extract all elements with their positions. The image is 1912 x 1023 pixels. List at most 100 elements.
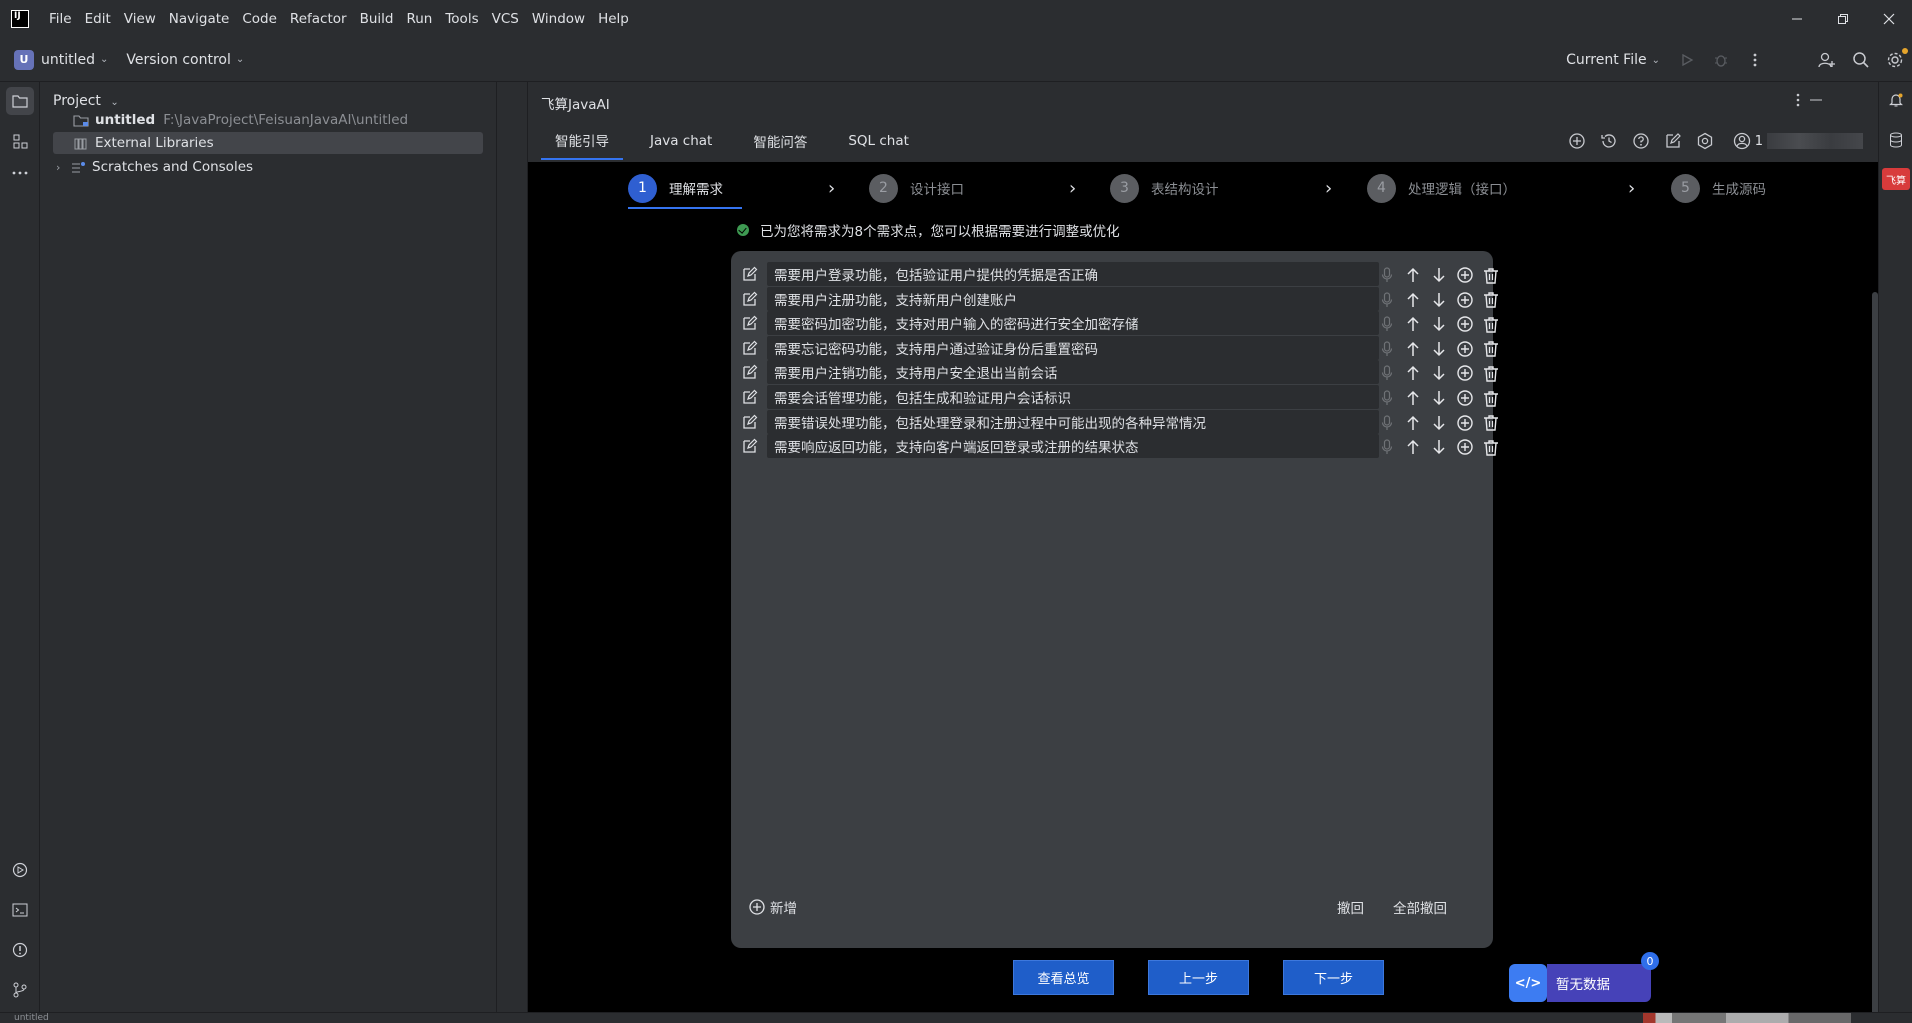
menu-vcs[interactable]: VCS bbox=[492, 11, 519, 27]
menu-build[interactable]: Build bbox=[360, 11, 394, 27]
database-button[interactable] bbox=[1884, 128, 1908, 152]
insert-row-icon[interactable] bbox=[1452, 361, 1478, 385]
vcs-selector[interactable]: Version control bbox=[126, 52, 230, 68]
delete-icon[interactable] bbox=[1478, 337, 1504, 361]
add-user-button[interactable] bbox=[1810, 43, 1844, 77]
microphone-icon[interactable] bbox=[1374, 263, 1400, 287]
move-up-icon[interactable] bbox=[1400, 312, 1426, 336]
move-down-icon[interactable] bbox=[1426, 386, 1452, 410]
requirement-input[interactable]: 需要响应返回功能，支持向客户端返回登录或注册的结果状态 bbox=[767, 434, 1379, 459]
requirement-input[interactable]: 需要用户登录功能，包括验证用户提供的凭据是否正确 bbox=[767, 262, 1379, 286]
run-config-selector[interactable]: Current File bbox=[1566, 52, 1646, 68]
delete-icon[interactable] bbox=[1478, 288, 1504, 312]
insert-row-icon[interactable] bbox=[1452, 411, 1478, 435]
step-2[interactable]: 2 设计接口 bbox=[869, 166, 964, 210]
microphone-icon[interactable] bbox=[1374, 386, 1400, 410]
tree-item-external-libraries[interactable]: External Libraries bbox=[53, 132, 483, 154]
next-step-button[interactable]: 下一步 bbox=[1283, 960, 1384, 995]
menu-edit[interactable]: Edit bbox=[85, 11, 111, 27]
menu-refactor[interactable]: Refactor bbox=[290, 11, 347, 27]
settings-button[interactable] bbox=[1878, 43, 1912, 77]
close-window-button[interactable] bbox=[1866, 0, 1912, 38]
debug-button[interactable] bbox=[1704, 43, 1738, 77]
undo-button[interactable]: 撤回 bbox=[1337, 897, 1364, 917]
edit-icon[interactable] bbox=[741, 363, 759, 381]
microphone-icon[interactable] bbox=[1374, 411, 1400, 435]
feisuan-plugin-tab[interactable]: 飞算 bbox=[1882, 168, 1910, 190]
tree-item-scratches[interactable]: › Scratches and Consoles bbox=[53, 156, 483, 178]
insert-row-icon[interactable] bbox=[1452, 312, 1478, 336]
microphone-icon[interactable] bbox=[1374, 288, 1400, 312]
insert-row-icon[interactable] bbox=[1452, 386, 1478, 410]
menu-tools[interactable]: Tools bbox=[445, 11, 478, 27]
requirement-input[interactable]: 需要用户注册功能，支持新用户创建账户 bbox=[767, 286, 1379, 311]
edit-icon[interactable] bbox=[741, 339, 759, 357]
git-tool-button[interactable] bbox=[6, 976, 34, 1004]
add-requirement-button[interactable]: 新增 bbox=[748, 897, 797, 917]
search-button[interactable] bbox=[1844, 43, 1878, 77]
insert-row-icon[interactable] bbox=[1452, 288, 1478, 312]
step-5[interactable]: 5 生成源码 bbox=[1671, 166, 1766, 210]
tab-smart-guide[interactable]: 智能引导 bbox=[541, 122, 623, 160]
step-4[interactable]: 4 处理逻辑（接口） bbox=[1367, 166, 1516, 210]
move-up-icon[interactable] bbox=[1400, 435, 1426, 459]
delete-icon[interactable] bbox=[1478, 361, 1504, 385]
delete-icon[interactable] bbox=[1478, 312, 1504, 336]
more-tools-button[interactable] bbox=[6, 159, 34, 187]
project-panel-title[interactable]: Project ⌄ bbox=[53, 93, 119, 109]
more-actions-button[interactable] bbox=[1738, 43, 1772, 77]
menu-view[interactable]: View bbox=[124, 11, 156, 27]
move-down-icon[interactable] bbox=[1426, 312, 1452, 336]
menu-code[interactable]: Code bbox=[242, 11, 277, 27]
requirement-input[interactable]: 需要用户注销功能，支持用户安全退出当前会话 bbox=[767, 360, 1379, 385]
move-down-icon[interactable] bbox=[1426, 361, 1452, 385]
requirement-input[interactable]: 需要忘记密码功能，支持用户通过验证身份后重置密码 bbox=[767, 335, 1379, 360]
move-down-icon[interactable] bbox=[1426, 411, 1452, 435]
services-tool-button[interactable] bbox=[6, 856, 34, 884]
move-down-icon[interactable] bbox=[1426, 337, 1452, 361]
panel-splitter[interactable] bbox=[497, 82, 528, 1012]
tab-sql-chat[interactable]: SQL chat bbox=[834, 122, 923, 160]
move-up-icon[interactable] bbox=[1400, 411, 1426, 435]
view-overview-button[interactable]: 查看总览 bbox=[1013, 960, 1114, 995]
requirement-input[interactable]: 需要错误处理功能，包括处理登录和注册过程中可能出现的各种异常情况 bbox=[767, 409, 1379, 434]
edit-icon[interactable] bbox=[741, 388, 759, 406]
edit-icon[interactable] bbox=[741, 265, 759, 283]
microphone-icon[interactable] bbox=[1374, 435, 1400, 459]
project-badge[interactable]: U bbox=[14, 49, 34, 70]
tab-smart-qa[interactable]: 智能问答 bbox=[739, 122, 821, 160]
insert-row-icon[interactable] bbox=[1452, 435, 1478, 459]
step-3[interactable]: 3 表结构设计 bbox=[1110, 166, 1219, 210]
menu-help[interactable]: Help bbox=[598, 11, 629, 27]
menu-navigate[interactable]: Navigate bbox=[169, 11, 230, 27]
move-up-icon[interactable] bbox=[1400, 361, 1426, 385]
move-down-icon[interactable] bbox=[1426, 288, 1452, 312]
project-selector[interactable]: untitled bbox=[41, 52, 95, 68]
requirement-input[interactable]: 需要会话管理功能，包括生成和验证用户会话标识 bbox=[767, 385, 1379, 409]
plugin-settings-button[interactable] bbox=[1689, 128, 1721, 154]
code-assistant-widget[interactable]: </> 暂无数据 0 bbox=[1509, 952, 1659, 1003]
menu-file[interactable]: File bbox=[49, 11, 72, 27]
delete-icon[interactable] bbox=[1478, 263, 1504, 287]
tab-java-chat[interactable]: Java chat bbox=[636, 122, 726, 160]
run-button[interactable] bbox=[1670, 43, 1704, 77]
microphone-icon[interactable] bbox=[1374, 312, 1400, 336]
move-up-icon[interactable] bbox=[1400, 263, 1426, 287]
terminal-tool-button[interactable] bbox=[6, 896, 34, 924]
move-down-icon[interactable] bbox=[1426, 435, 1452, 459]
project-tool-button[interactable] bbox=[6, 87, 34, 115]
edit-icon[interactable] bbox=[741, 314, 759, 332]
delete-icon[interactable] bbox=[1478, 411, 1504, 435]
move-up-icon[interactable] bbox=[1400, 288, 1426, 312]
menu-run[interactable]: Run bbox=[406, 11, 432, 27]
move-up-icon[interactable] bbox=[1400, 337, 1426, 361]
notifications-button[interactable] bbox=[1884, 88, 1908, 112]
history-button[interactable] bbox=[1593, 128, 1625, 154]
problems-tool-button[interactable] bbox=[6, 936, 34, 964]
restore-window-button[interactable] bbox=[1820, 0, 1866, 38]
delete-icon[interactable] bbox=[1478, 386, 1504, 410]
help-button[interactable] bbox=[1625, 128, 1657, 154]
undo-all-button[interactable]: 全部撤回 bbox=[1393, 897, 1447, 917]
delete-icon[interactable] bbox=[1478, 435, 1504, 459]
new-session-button[interactable] bbox=[1561, 128, 1593, 154]
